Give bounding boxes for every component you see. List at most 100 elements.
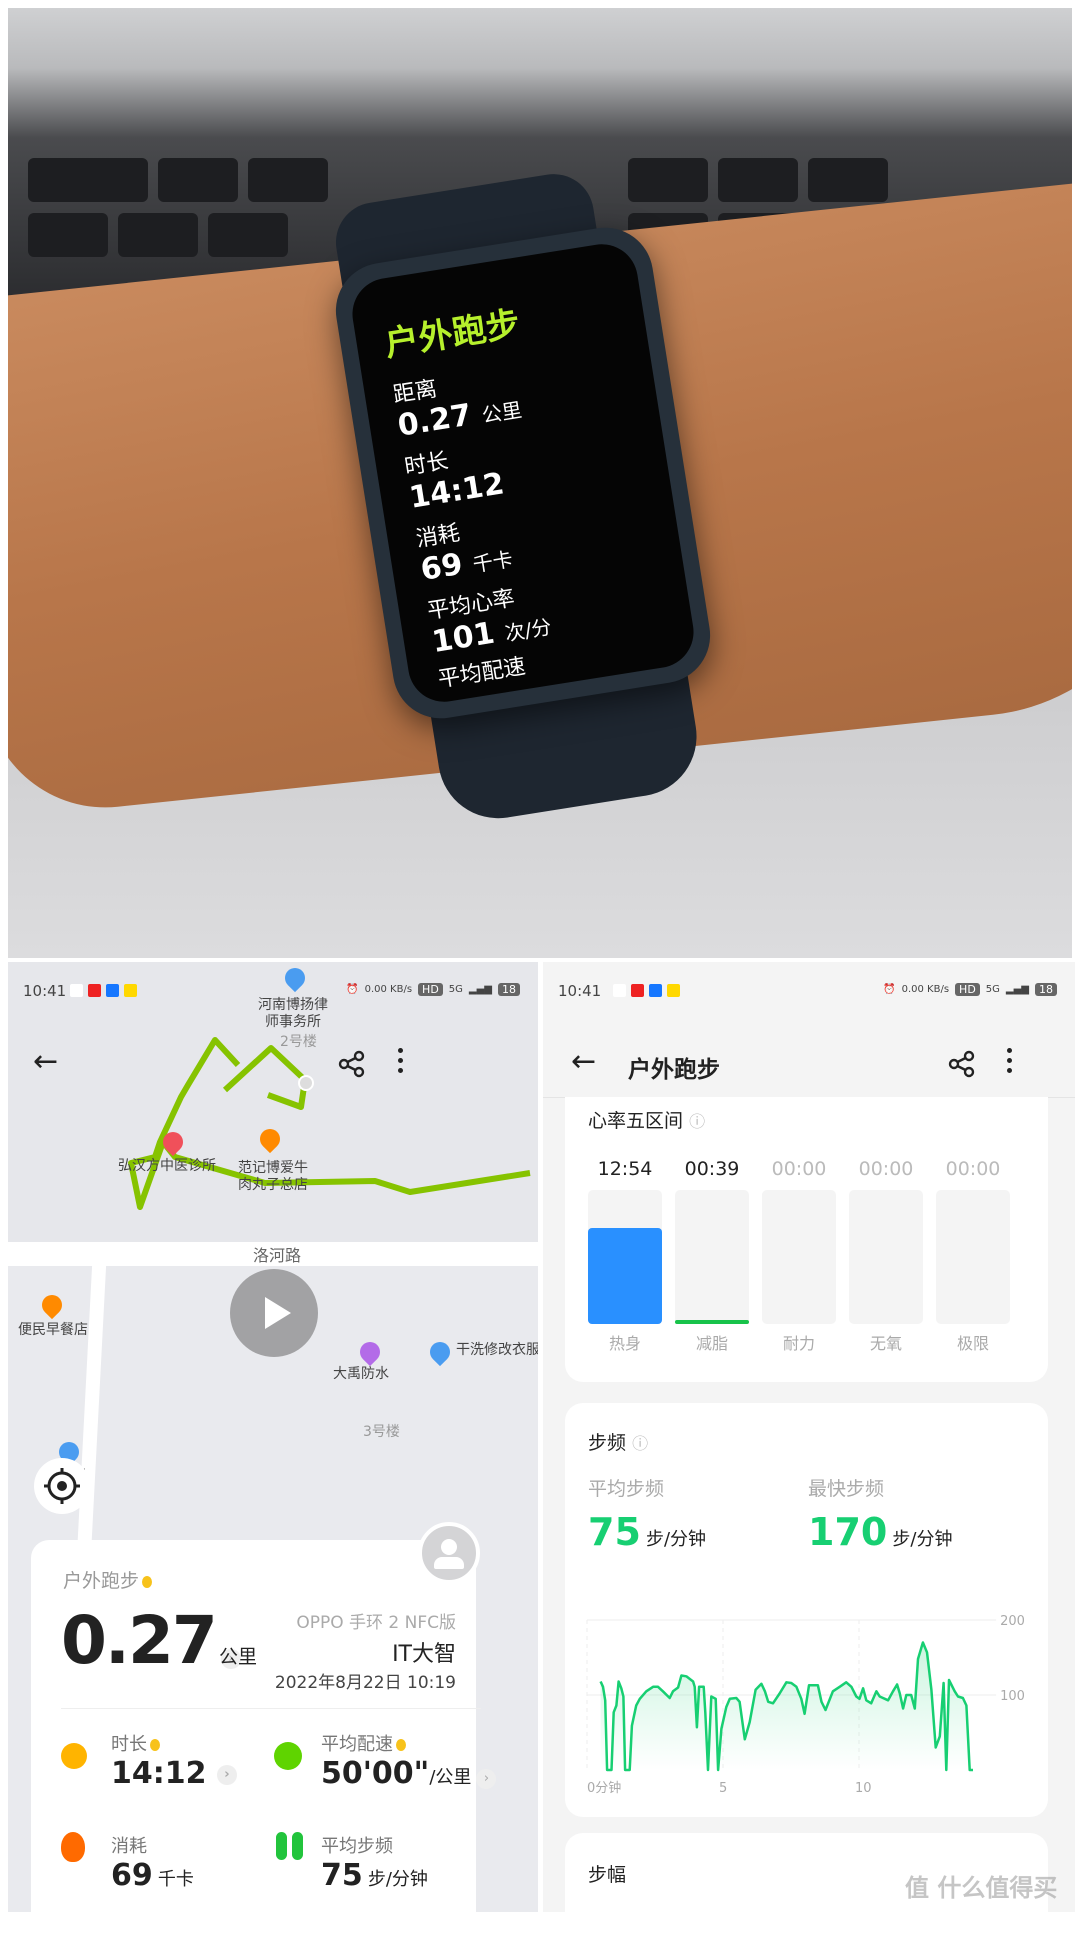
zone-label: 极限 xyxy=(956,1334,989,1353)
user-name: IT大智 xyxy=(392,1642,456,1667)
zone-label: 热身 xyxy=(608,1334,641,1353)
zone-time: 00:00 xyxy=(858,1158,914,1180)
zone-label: 减脂 xyxy=(695,1334,728,1353)
avg-cadence: 75 步/分钟 xyxy=(588,1510,707,1554)
play-track-button[interactable] xyxy=(230,1269,318,1357)
map-pin-icon xyxy=(355,1337,385,1367)
chevron-right-icon[interactable]: › xyxy=(216,1764,237,1785)
map-label: 大禹防水 xyxy=(333,1366,389,1382)
back-arrow-icon[interactable]: ← xyxy=(33,1044,58,1079)
map-pin-icon xyxy=(425,1337,455,1367)
info-icon[interactable]: ⓘ xyxy=(689,1112,705,1131)
zone-bar xyxy=(762,1190,836,1324)
map-label: 2号楼 xyxy=(280,1034,317,1050)
zone-time: 00:00 xyxy=(945,1158,1001,1180)
card-title: 心率五区间 ⓘ xyxy=(588,1110,706,1132)
y-tick-label: 100 xyxy=(1000,1689,1025,1704)
stat-value: 75 步/分钟 xyxy=(321,1858,428,1893)
signal-icon: ▂▄▆ xyxy=(468,984,492,995)
app-notification-icon xyxy=(88,984,101,997)
zone-bar-fill xyxy=(588,1227,662,1324)
status-bar: 10:41 ⏰ 0.00 KB/s HD 5G ▂▄▆ 18 xyxy=(8,982,538,1002)
status-bar: 10:41 ⏰ 0.00 KB/s HD 5G ▂▄▆ 18 xyxy=(543,982,1075,1002)
play-icon xyxy=(265,1297,291,1329)
back-arrow-icon[interactable]: ← xyxy=(571,1044,596,1079)
stat-label: 时长 xyxy=(111,1730,160,1756)
route-line xyxy=(128,1037,531,1210)
alarm-icon: ⏰ xyxy=(883,984,896,995)
more-options-icon[interactable] xyxy=(398,1048,404,1073)
wristband-photo: 户外跑步 距离 0.27 公里 时长 14:12 消耗 69 千卡 平均心率 1… xyxy=(8,8,1072,958)
stat-value: 14:12 › xyxy=(111,1756,237,1791)
medal-icon xyxy=(396,1739,406,1751)
zone-label: 耐力 xyxy=(782,1334,815,1353)
app-notification-icon xyxy=(106,984,119,997)
more-options-icon[interactable] xyxy=(1007,1048,1013,1073)
x-tick-label: 5 xyxy=(719,1781,727,1796)
battery-icon: 18 xyxy=(498,983,520,996)
card-title: 步频 ⓘ xyxy=(588,1432,649,1454)
distance: 0.27 ›公里 xyxy=(61,1602,257,1679)
map-label: 弘汉方中医诊所 xyxy=(118,1158,216,1174)
speedometer-icon xyxy=(274,1742,302,1770)
status-icons: ⏰ 0.00 KB/s HD 5G ▂▄▆ 18 xyxy=(346,983,520,996)
page-title: 户外跑步 xyxy=(628,1057,720,1083)
workout-summary-card: 户外跑步 0.27 ›公里 OPPO 手环 2 NFC版 IT大智 2022年8… xyxy=(31,1540,497,1912)
medal-icon xyxy=(142,1575,153,1588)
route-start-marker xyxy=(298,1075,314,1091)
zone-bar xyxy=(849,1190,923,1324)
alarm-icon: ⏰ xyxy=(346,984,359,995)
battery-icon: 18 xyxy=(1035,983,1057,996)
x-tick-label: 0分钟 xyxy=(587,1780,621,1796)
app-notification-icon xyxy=(667,984,680,997)
x-tick-label: 10 xyxy=(855,1781,872,1796)
map-label: 河南博扬律 师事务所 xyxy=(258,997,328,1030)
y-tick-label: 200 xyxy=(1000,1614,1025,1629)
app-notification-icon xyxy=(631,984,644,997)
zone-time: 00:39 xyxy=(684,1158,740,1180)
max-cadence-label: 最快步频 xyxy=(808,1478,885,1500)
route-line xyxy=(222,1045,308,1110)
stat-label: 平均步频 xyxy=(321,1836,393,1857)
status-time: 10:41 xyxy=(558,982,602,1000)
zone-time: 00:00 xyxy=(771,1158,827,1180)
zone-label: 无氧 xyxy=(869,1334,902,1353)
avg-cadence-label: 平均步频 xyxy=(588,1478,665,1500)
crosshair-icon xyxy=(44,1468,80,1504)
map-screen: 河南博扬律 师事务所 2号楼 弘汉方中医诊所 范记博爱牛 肉丸子总店 洛河路 便… xyxy=(8,962,538,1912)
map-label: 便民早餐店 xyxy=(18,1322,88,1338)
zone-bar xyxy=(936,1190,1010,1324)
device-name: OPPO 手环 2 NFC版 xyxy=(296,1613,456,1633)
zone-bar xyxy=(675,1190,749,1324)
cadence-chart: 100 200 0分钟 5 10 xyxy=(586,1614,1025,1796)
status-time: 10:41 xyxy=(23,982,67,1000)
chevron-right-icon[interactable]: › xyxy=(476,1768,497,1789)
locate-button[interactable] xyxy=(34,1458,90,1514)
card-title: 步幅 xyxy=(588,1864,627,1886)
workout-type: 户外跑步 xyxy=(63,1566,153,1593)
stat-label: 平均配速 xyxy=(321,1730,406,1756)
flame-icon xyxy=(61,1832,85,1862)
signal-icon: ▂▄▆ xyxy=(1005,984,1029,995)
zone-bar-fill xyxy=(675,1319,749,1324)
app-notification-icon xyxy=(649,984,662,997)
stat-value: 69 千卡 xyxy=(111,1858,194,1893)
stopwatch-icon xyxy=(61,1743,87,1769)
map-label: 3号楼 xyxy=(363,1424,400,1440)
map-label: 范记博爱牛 肉丸子总店 xyxy=(238,1160,308,1193)
zone-bar xyxy=(588,1190,662,1324)
app-notification-icon xyxy=(70,984,83,997)
info-icon[interactable]: ⓘ xyxy=(632,1434,648,1453)
avatar[interactable] xyxy=(418,1522,480,1584)
map-label: 干洗修改衣服 xyxy=(456,1342,538,1358)
max-cadence: 170 步/分钟 xyxy=(808,1510,953,1554)
stat-value: 50'00"/公里 › xyxy=(321,1756,497,1791)
zone-time: 12:54 xyxy=(597,1158,653,1180)
divider xyxy=(61,1708,481,1709)
workout-datetime: 2022年8月22日 10:19 xyxy=(274,1673,456,1693)
app-notification-icon xyxy=(613,984,626,997)
band-screen: 户外跑步 距离 0.27 公里 时长 14:12 消耗 69 千卡 平均心率 1… xyxy=(347,239,699,707)
share-icon[interactable] xyxy=(948,1050,976,1078)
share-icon[interactable] xyxy=(338,1050,366,1078)
app-notification-icon xyxy=(124,984,137,997)
